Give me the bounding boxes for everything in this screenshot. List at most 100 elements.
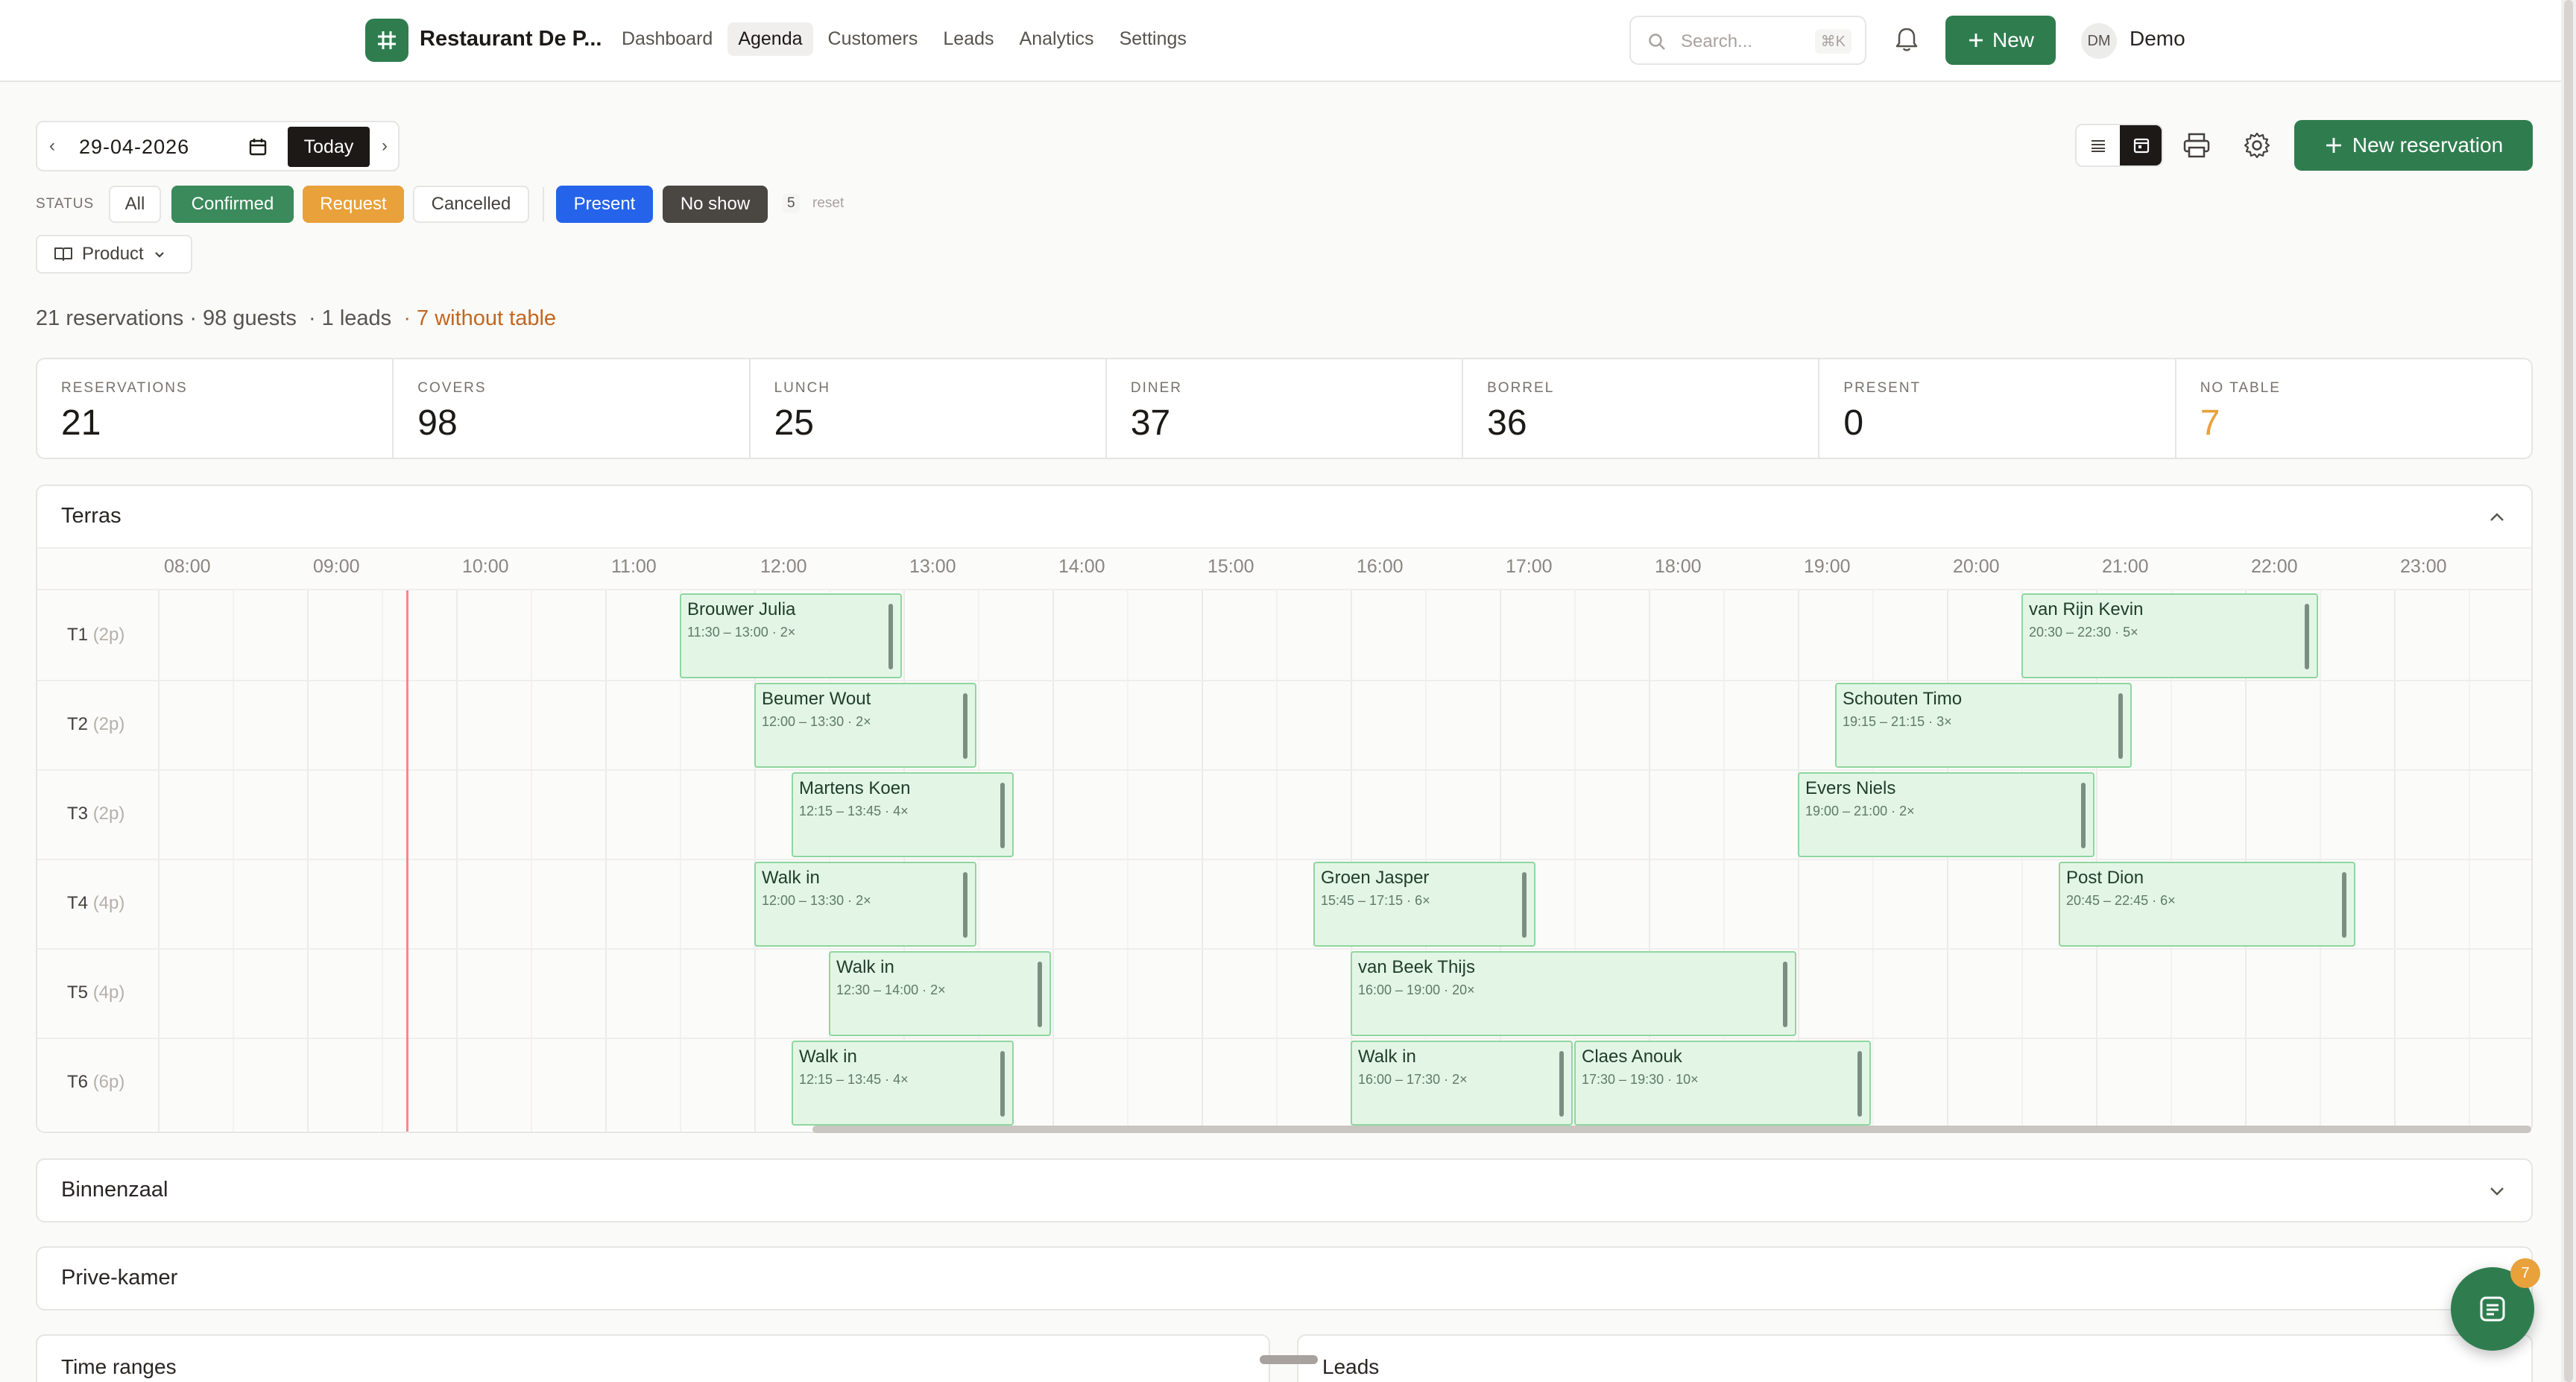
- nav-leads[interactable]: Leads: [932, 22, 1004, 56]
- resize-grip[interactable]: [2342, 872, 2346, 938]
- reservation-block[interactable]: Brouwer Julia 11:30 – 13:00 · 2×: [680, 593, 902, 678]
- nav-dashboard[interactable]: Dashboard: [611, 22, 723, 56]
- hour-label: 17:00: [1506, 556, 1553, 577]
- resize-grip[interactable]: [2118, 693, 2123, 759]
- resize-grip[interactable]: [888, 604, 893, 669]
- resize-grip[interactable]: [1000, 1051, 1005, 1117]
- reservation-block[interactable]: Schouten Timo 19:15 – 21:15 · 3×: [1835, 683, 2132, 768]
- reservation-block[interactable]: Walk in 12:30 – 14:00 · 2×: [829, 951, 1051, 1036]
- panel-title: Time ranges: [61, 1355, 177, 1378]
- hour-label: 16:00: [1357, 556, 1404, 577]
- half-hour-gridline: [2320, 549, 2321, 1132]
- section-title[interactable]: Terras: [61, 504, 121, 528]
- reservation-block[interactable]: van Rijn Kevin 20:30 – 22:30 · 5×: [2021, 593, 2318, 678]
- resize-grip[interactable]: [1783, 962, 1787, 1027]
- reservation-block[interactable]: Beumer Wout 12:00 – 13:30 · 2×: [754, 683, 976, 768]
- nav-agenda[interactable]: Agenda: [727, 22, 813, 56]
- nav-analytics[interactable]: Analytics: [1009, 22, 1105, 56]
- stat-label: COVERS: [417, 380, 487, 396]
- search-shortcut: ⌘K: [1814, 29, 1852, 54]
- chevron-down-icon[interactable]: [2485, 1179, 2509, 1203]
- reservation-block[interactable]: Claes Anouk 17:30 – 19:30 · 10×: [1574, 1041, 1871, 1126]
- table-label: T2 (2p): [67, 714, 124, 735]
- page-scrollbar-thumb[interactable]: [2564, 0, 2573, 1382]
- plus-icon: [2326, 138, 2341, 153]
- gear-icon[interactable]: [2241, 130, 2273, 161]
- resize-handle[interactable]: [1260, 1355, 1318, 1364]
- chevron-down-icon: [154, 252, 164, 258]
- resize-grip[interactable]: [2305, 604, 2309, 669]
- resize-grip[interactable]: [963, 872, 967, 938]
- reservation-time: 19:00 – 21:00 · 2×: [1805, 804, 1915, 818]
- date-field[interactable]: 29-04-2026: [79, 136, 189, 159]
- resize-grip[interactable]: [1000, 783, 1005, 848]
- table-capacity: (2p): [92, 714, 125, 734]
- page-scrollbar[interactable]: [2561, 0, 2576, 1382]
- section-title[interactable]: Binnenzaal: [61, 1178, 168, 1202]
- reservation-time: 16:00 – 19:00 · 20×: [1358, 982, 1475, 997]
- user-name[interactable]: Demo: [2130, 27, 2185, 51]
- today-button[interactable]: Today: [288, 127, 370, 167]
- section-binnenzaal[interactable]: Binnenzaal: [36, 1158, 2533, 1222]
- calendar-view-icon: [2133, 138, 2150, 154]
- table-name: T1: [67, 625, 93, 645]
- resize-grip[interactable]: [2081, 783, 2086, 848]
- hour-label: 20:00: [1953, 556, 2000, 577]
- summary-leads[interactable]: · 1 leads: [309, 306, 391, 330]
- resize-grip[interactable]: [1559, 1051, 1564, 1117]
- reservation-name: van Rijn Kevin: [2029, 599, 2144, 619]
- avatar[interactable]: DM: [2081, 23, 2117, 59]
- summary-without-table[interactable]: · 7 without table: [403, 306, 556, 330]
- filter-present[interactable]: Present: [556, 186, 653, 223]
- reservation-name: Walk in: [799, 1047, 857, 1067]
- reservation-block[interactable]: Evers Niels 19:00 – 21:00 · 2×: [1798, 772, 2094, 857]
- grid-logo-icon: [378, 31, 396, 49]
- table-label: T3 (2p): [67, 804, 124, 824]
- new-reservation-button[interactable]: New reservation: [2294, 120, 2533, 171]
- filter-reset-link[interactable]: reset: [812, 195, 844, 212]
- chevron-up-icon[interactable]: [2485, 505, 2509, 529]
- filter-confirmed[interactable]: Confirmed: [171, 186, 294, 223]
- table-capacity: (4p): [92, 893, 125, 913]
- filter-no-show[interactable]: No show: [663, 186, 768, 223]
- next-day-button[interactable]: ›: [382, 136, 388, 157]
- view-toggle: [2075, 124, 2163, 167]
- nav-customers[interactable]: Customers: [818, 22, 929, 56]
- filter-cancelled[interactable]: Cancelled: [413, 186, 529, 223]
- resize-grip[interactable]: [963, 693, 967, 759]
- bell-icon[interactable]: [1892, 25, 1922, 54]
- reservation-block[interactable]: Walk in 12:00 – 13:30 · 2×: [754, 862, 976, 947]
- section-prive-kamer[interactable]: Prive-kamer: [36, 1246, 2533, 1310]
- new-button[interactable]: New: [1945, 16, 2056, 65]
- stat-label: NO TABLE: [2200, 380, 2281, 396]
- nav-settings[interactable]: Settings: [1109, 22, 1197, 56]
- table-label: T6 (6p): [67, 1072, 124, 1093]
- app-name[interactable]: Restaurant De P...: [420, 27, 602, 51]
- list-view-button[interactable]: [2077, 125, 2120, 165]
- reservation-block[interactable]: Martens Koen 12:15 – 13:45 · 4×: [792, 772, 1014, 857]
- reservation-block[interactable]: Walk in 16:00 – 17:30 · 2×: [1351, 1041, 1573, 1126]
- section-terras: Terras 08:00 09:00 10:00 11:00 12:00 13:00 14:…: [36, 485, 2533, 1133]
- prev-day-button[interactable]: ‹: [49, 136, 55, 157]
- print-icon[interactable]: [2181, 130, 2212, 161]
- filter-count-badge: 5: [783, 194, 800, 213]
- reservation-block[interactable]: van Beek Thijs 16:00 – 19:00 · 20×: [1351, 951, 1796, 1036]
- resize-grip[interactable]: [1857, 1051, 1862, 1117]
- timeline-view-button[interactable]: [2120, 125, 2162, 165]
- app-logo[interactable]: [365, 19, 408, 62]
- section-title[interactable]: Prive-kamer: [61, 1266, 177, 1290]
- calendar-icon[interactable]: [247, 136, 268, 157]
- product-dropdown[interactable]: Product: [36, 235, 192, 274]
- reservation-name: Claes Anouk: [1582, 1047, 1682, 1067]
- hour-label: 11:00: [611, 556, 657, 577]
- reservation-block[interactable]: Walk in 12:15 – 13:45 · 4×: [792, 1041, 1014, 1126]
- search-input[interactable]: Search... ⌘K: [1629, 16, 1866, 65]
- reservation-block[interactable]: Post Dion 20:45 – 22:45 · 6×: [2059, 862, 2355, 947]
- filter-request[interactable]: Request: [303, 186, 404, 223]
- resize-grip[interactable]: [1522, 872, 1527, 938]
- filter-all[interactable]: All: [109, 186, 161, 223]
- reservation-block[interactable]: Groen Jasper 15:45 – 17:15 · 6×: [1313, 862, 1535, 947]
- timeline-scrollbar[interactable]: [812, 1126, 2531, 1133]
- reservation-name: Martens Koen: [799, 778, 911, 798]
- resize-grip[interactable]: [1038, 962, 1042, 1027]
